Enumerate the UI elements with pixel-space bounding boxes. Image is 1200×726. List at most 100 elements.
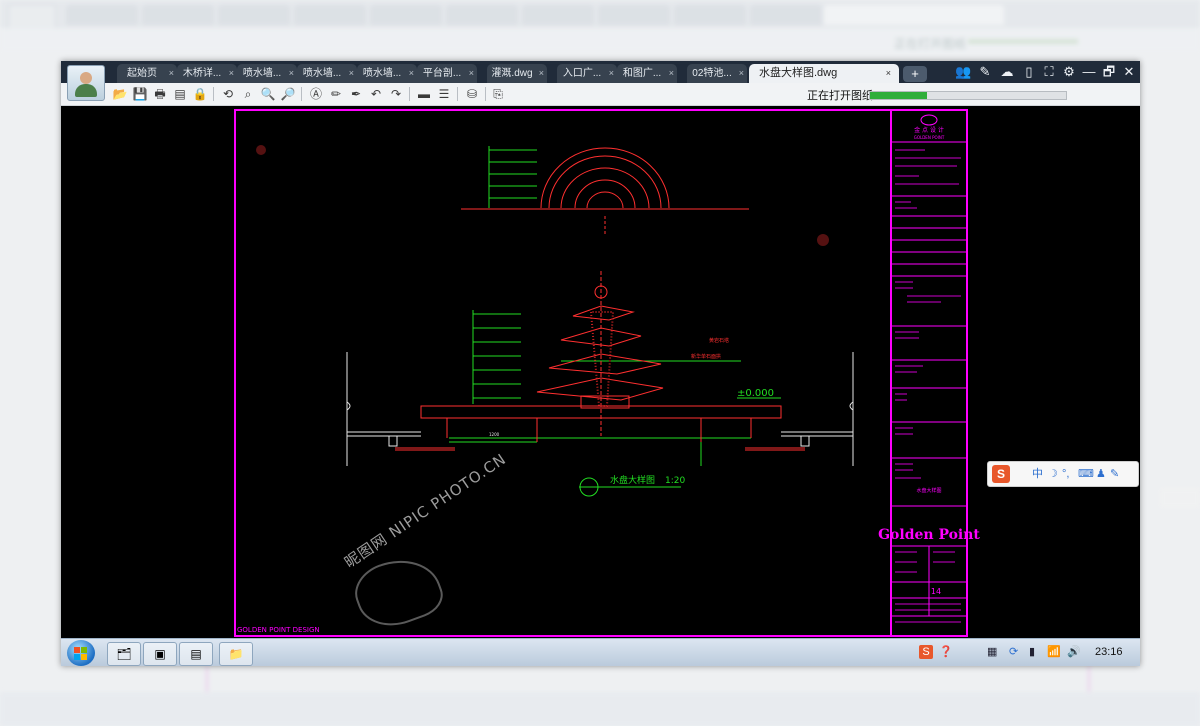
- cad-viewer-window: 起始页 × 木桥详... × 喷水墙... × 喷水墙... × 喷水墙... × 平台剖…: [61, 61, 1140, 666]
- drawing-canvas[interactable]: 金 点 设 计 GOLDEN POINT Golden Point 14 水盘大…: [61, 106, 1140, 638]
- ime-punct-icon[interactable]: °,: [1062, 466, 1069, 482]
- company-name: 金 点 设 计: [914, 126, 944, 134]
- signal-tray-icon[interactable]: 📶: [1047, 645, 1061, 659]
- fullscreen-icon[interactable]: ⛶: [1041, 64, 1057, 80]
- undo-icon[interactable]: ↶: [367, 85, 385, 103]
- tab-5[interactable]: 平台剖... ×: [417, 64, 477, 83]
- bg-tab: [522, 5, 594, 25]
- explorer-taskbar-icon[interactable]: 🗂: [107, 642, 141, 666]
- export-icon[interactable]: ⎘: [489, 85, 507, 103]
- level-mark: ±0.000: [737, 388, 774, 399]
- sync-tray-icon[interactable]: ⟳: [1009, 645, 1018, 659]
- tab-0[interactable]: 起始页 ×: [117, 64, 177, 83]
- tab-close-icon[interactable]: ×: [229, 64, 234, 83]
- dimension-label: 1200: [489, 432, 500, 437]
- measure-icon[interactable]: ▬: [415, 85, 433, 103]
- ime-keyboard-icon[interactable]: ⌨: [1078, 466, 1094, 482]
- sheet-number: 14: [931, 587, 941, 596]
- tab-1[interactable]: 木桥详... ×: [177, 64, 237, 83]
- minimize-button[interactable]: —: [1081, 64, 1097, 80]
- layers-stack-icon[interactable]: ☰: [435, 85, 453, 103]
- bg-progress: [968, 39, 1078, 44]
- tab-close-icon[interactable]: ×: [289, 64, 294, 83]
- mobile-icon[interactable]: ▯: [1021, 64, 1037, 80]
- ime-tools-icon[interactable]: ✎: [1110, 466, 1119, 482]
- app-taskbar-icon[interactable]: ▣: [143, 642, 177, 666]
- titleblock-drawing-name: 水盘大样图: [916, 487, 941, 494]
- toolbar-separator: [301, 87, 302, 101]
- sogou-logo-icon[interactable]: S: [992, 465, 1010, 483]
- settings-icon[interactable]: ⚙: [1061, 64, 1077, 80]
- avatar-torso: [75, 84, 97, 97]
- tab-close-icon[interactable]: ×: [669, 64, 674, 83]
- layer-icon[interactable]: ⛁: [463, 85, 481, 103]
- start-button[interactable]: [67, 640, 95, 666]
- tab-close-icon[interactable]: ×: [539, 64, 544, 83]
- bg-drawing-frame: [206, 666, 1090, 694]
- text-icon[interactable]: Ⓐ: [307, 85, 325, 103]
- device-tray-icon[interactable]: ▮: [1029, 645, 1035, 659]
- restore-button[interactable]: 🗗: [1101, 64, 1117, 80]
- archive-taskbar-icon[interactable]: ▤: [179, 642, 213, 666]
- chat-icon[interactable]: ☁: [999, 64, 1015, 80]
- regen-icon[interactable]: ⟲: [219, 85, 237, 103]
- ime-mode[interactable]: 中: [1032, 466, 1043, 482]
- ime-skin-icon[interactable]: ♟: [1096, 466, 1106, 482]
- ime-moon-icon[interactable]: ☽: [1048, 466, 1058, 482]
- toolbar-separator: [409, 87, 410, 101]
- brand-logo-text: Golden Point: [878, 527, 980, 543]
- users-icon[interactable]: 👥: [955, 64, 971, 80]
- zoom-out-icon[interactable]: 🔎: [279, 85, 297, 103]
- open-folder-icon[interactable]: 📂: [111, 85, 129, 103]
- user-avatar[interactable]: [67, 65, 105, 101]
- stone-column: [589, 311, 615, 407]
- ime-toolbar[interactable]: S 中 ☽ °, ⌨ ♟ ✎: [987, 461, 1139, 487]
- tab-6[interactable]: 灌溉.dwg ×: [487, 64, 547, 83]
- avatar-head: [80, 72, 92, 84]
- tab-label: 喷水墙...: [302, 68, 342, 79]
- pdf-icon[interactable]: ▤: [171, 85, 189, 103]
- redo-icon[interactable]: ↷: [387, 85, 405, 103]
- bg-tab: [142, 5, 214, 25]
- tab-close-icon[interactable]: ×: [169, 64, 174, 83]
- tab-label: 水盘大样图.dwg: [759, 67, 838, 79]
- footer-label: GOLDEN POINT DESIGN: [237, 626, 320, 634]
- lock-icon[interactable]: 🔒: [191, 85, 209, 103]
- toolbar-separator: [485, 87, 486, 101]
- tab-close-icon[interactable]: ×: [609, 64, 614, 83]
- ime-tray-icon[interactable]: S: [919, 645, 933, 659]
- tab-9[interactable]: 02特池... ×: [687, 64, 747, 83]
- save-icon[interactable]: 💾: [131, 85, 149, 103]
- tab-4[interactable]: 喷水墙... ×: [357, 64, 417, 83]
- help-tray-icon[interactable]: ❓: [939, 645, 953, 659]
- tab-2[interactable]: 喷水墙... ×: [237, 64, 297, 83]
- new-tab-button[interactable]: +: [903, 66, 927, 82]
- drawing-title: 水盘大样图: [610, 474, 655, 486]
- print-icon[interactable]: 🖶: [151, 85, 169, 103]
- pencil-icon[interactable]: ✏: [327, 85, 345, 103]
- tab-close-icon[interactable]: ×: [409, 64, 414, 83]
- elevation-dimensions: [449, 310, 751, 466]
- tab-close-icon[interactable]: ×: [886, 64, 891, 83]
- bg-tab: [446, 5, 518, 25]
- tab-label: 入口广...: [562, 68, 602, 79]
- network-tray-icon[interactable]: ▦: [987, 645, 997, 659]
- tab-close-icon[interactable]: ×: [739, 64, 744, 83]
- close-window-button[interactable]: ✕: [1121, 64, 1137, 80]
- volume-tray-icon[interactable]: 🔊: [1067, 645, 1081, 659]
- tab-close-icon[interactable]: ×: [469, 64, 474, 83]
- tab-7[interactable]: 入口广... ×: [557, 64, 617, 83]
- tab-active[interactable]: 水盘大样图.dwg ×: [749, 64, 899, 83]
- bg-ime: [1160, 488, 1200, 508]
- tab-3[interactable]: 喷水墙... ×: [297, 64, 357, 83]
- tab-close-icon[interactable]: ×: [349, 64, 354, 83]
- folder-taskbar-icon[interactable]: 📁: [219, 642, 253, 666]
- loading-progress-bar: [869, 91, 1067, 100]
- markup-icon[interactable]: ✒: [347, 85, 365, 103]
- company-name-en: GOLDEN POINT: [914, 135, 945, 140]
- plan-dimensions: [488, 146, 537, 208]
- edit-icon[interactable]: ✎: [977, 64, 993, 80]
- zoom-in-icon[interactable]: 🔍: [259, 85, 277, 103]
- tab-8[interactable]: 和图广... ×: [617, 64, 677, 83]
- zoom-window-icon[interactable]: ⌕: [239, 85, 257, 103]
